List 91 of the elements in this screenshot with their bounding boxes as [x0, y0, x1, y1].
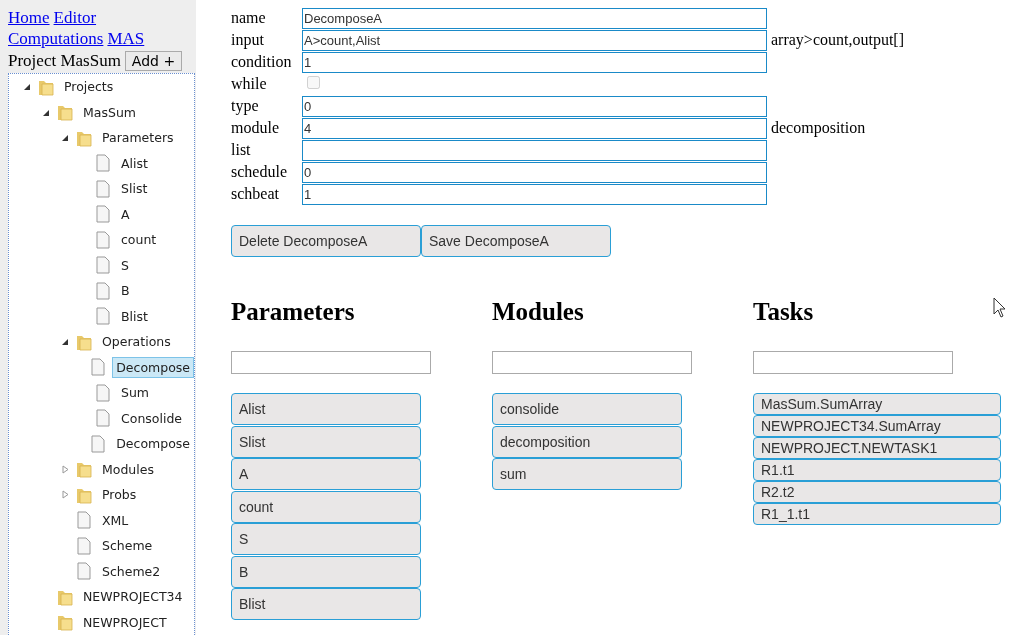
column-heading: Tasks	[753, 297, 814, 327]
input-field[interactable]: 1	[302, 51, 767, 73]
project-label: Project MasSum	[8, 51, 121, 71]
list-item-button[interactable]: NEWPROJECT34.SumArray	[753, 415, 1001, 437]
tree-item[interactable]: NEWPROJECT	[79, 611, 171, 633]
input-field[interactable]: 0	[302, 95, 767, 117]
tree-item[interactable]: Slist	[117, 178, 152, 200]
file-icon	[76, 511, 92, 530]
folder-icon	[57, 613, 73, 632]
tree-item[interactable]: B	[117, 280, 134, 302]
file-icon	[95, 281, 111, 300]
file-icon	[95, 307, 111, 326]
file-icon	[76, 562, 92, 581]
tree-item[interactable]: Blist	[117, 305, 152, 327]
file-icon	[95, 230, 111, 249]
list-item-button[interactable]: B	[231, 555, 421, 588]
field-label: schedule	[231, 163, 288, 181]
list-item-button[interactable]: R1_1.t1	[753, 503, 1001, 525]
field-label: type	[231, 97, 260, 115]
tree-item[interactable]: Operations	[98, 331, 175, 353]
input-field[interactable]: DecomposeA	[302, 7, 767, 29]
list-item-button[interactable]: sum	[492, 458, 682, 490]
field-label: condition	[231, 53, 293, 71]
file-icon	[95, 256, 111, 275]
file-icon	[76, 536, 92, 555]
list-item-button[interactable]: NEWPROJECT.NEWTASK1	[753, 437, 1001, 459]
file-icon	[90, 358, 107, 377]
field-label: list	[231, 141, 252, 159]
list-item-button[interactable]: Slist	[231, 425, 421, 458]
tree-item[interactable]: S	[117, 254, 133, 276]
input-field[interactable]: 0	[302, 161, 767, 183]
tree-item[interactable]: Alist	[117, 152, 152, 174]
file-icon	[95, 409, 111, 428]
field-label: input	[231, 31, 265, 49]
tree-item[interactable]: Consolide	[117, 407, 187, 429]
file-icon	[95, 205, 111, 224]
tree-item[interactable]: Modules	[98, 458, 158, 480]
file-icon	[95, 179, 111, 198]
field-note: array>count,output[]	[771, 31, 904, 49]
tree-item[interactable]: NEWPROJECT34	[79, 586, 187, 608]
search-field[interactable]	[492, 351, 692, 374]
list-item-button[interactable]: Blist	[231, 588, 421, 620]
expander-icon[interactable]	[61, 133, 70, 143]
list-item-button[interactable]: count	[231, 490, 421, 523]
file-icon	[95, 383, 111, 402]
nav-link[interactable]: Editor	[53, 7, 97, 28]
list-item-button[interactable]: A	[231, 458, 421, 490]
folder-icon	[76, 460, 92, 479]
tree-item[interactable]: Decompose	[112, 356, 194, 378]
field-note: decomposition	[771, 119, 866, 137]
tree-item[interactable]: Sum	[117, 382, 154, 404]
expander-icon[interactable]	[61, 337, 70, 347]
list-item-button[interactable]: R1.t1	[753, 459, 1001, 481]
search-field[interactable]	[231, 351, 431, 374]
file-icon	[90, 434, 107, 453]
field-label: schbeat	[231, 185, 280, 203]
tree-item[interactable]: MasSum	[79, 101, 140, 123]
file-icon	[95, 154, 111, 173]
list-item-button[interactable]: R2.t2	[753, 481, 1001, 503]
tree-item[interactable]: Projects	[60, 76, 118, 98]
tree-item[interactable]: Scheme	[98, 535, 157, 557]
add-button[interactable]: Add +	[124, 51, 183, 71]
input-field[interactable]: 4	[302, 117, 767, 139]
input-field[interactable]: 1	[302, 183, 767, 205]
list-item-button[interactable]: S	[231, 523, 421, 555]
tree-item[interactable]: Decompose	[112, 433, 194, 455]
field-label: while	[231, 75, 268, 93]
action-button[interactable]: Save DecomposeA	[421, 225, 611, 257]
tree-item[interactable]: Parameters	[98, 127, 178, 149]
expander-icon[interactable]	[23, 82, 32, 92]
list-item-button[interactable]: decomposition	[492, 425, 682, 458]
tree-item[interactable]: count	[117, 229, 161, 251]
tree-item[interactable]: XML	[98, 509, 133, 531]
list-item-button[interactable]: consolide	[492, 393, 682, 425]
folder-icon	[57, 103, 73, 122]
input-field[interactable]	[302, 139, 767, 161]
tree-item[interactable]: A	[117, 203, 134, 225]
column-heading: Parameters	[231, 297, 355, 327]
nav-link[interactable]: Computations	[8, 28, 104, 49]
tree-item[interactable]: Scheme2	[98, 560, 165, 582]
column-heading: Modules	[492, 297, 584, 327]
search-field[interactable]	[753, 351, 953, 374]
nav-link[interactable]: MAS	[107, 28, 145, 49]
nav-link[interactable]: Home	[8, 7, 50, 28]
list-item-button[interactable]: Alist	[231, 393, 421, 425]
list-item-button[interactable]: MasSum.SumArray	[753, 393, 1001, 415]
field-label: name	[231, 9, 267, 27]
field-label: module	[231, 119, 280, 137]
tree-item[interactable]: Probs	[98, 484, 141, 506]
input-field[interactable]: A>count,Alist	[302, 29, 767, 51]
action-button[interactable]: Delete DecomposeA	[231, 225, 421, 257]
